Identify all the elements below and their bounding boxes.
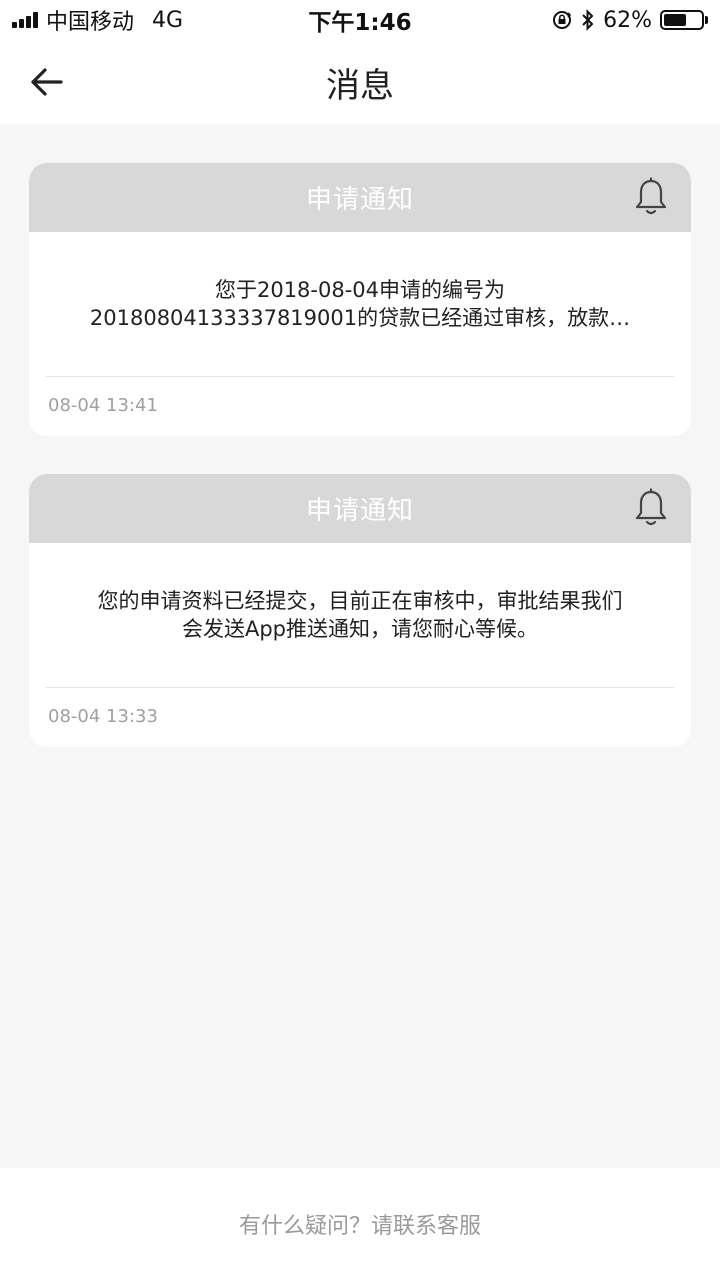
bluetooth-icon <box>581 9 595 31</box>
message-text-line: 您于2018-08-04申请的编号为 <box>214 278 506 302</box>
back-button[interactable] <box>24 62 68 102</box>
arrow-left-icon <box>31 68 63 96</box>
bell-icon <box>635 488 667 526</box>
nav-bar: 消息 <box>0 40 720 124</box>
status-bar-right: 62% <box>551 8 708 33</box>
carrier-name: 中国移动 <box>46 10 135 35</box>
card-title: 申请通知 <box>305 496 414 526</box>
contact-support-link[interactable]: 有什么疑问？请联系客服 <box>239 1208 481 1240</box>
battery-percent: 62% <box>603 7 652 33</box>
card-header: 申请通知 <box>29 163 691 232</box>
card-title: 申请通知 <box>305 185 414 215</box>
message-body: 您的申请资料已经提交，目前正在审核中，审批结果我们 会发送App推送通知，请您耐… <box>29 543 691 687</box>
card-header: 申请通知 <box>29 474 691 543</box>
network-type: 4G <box>152 7 184 33</box>
message-card[interactable]: 申请通知 您的申请资料已经提交，目前正在审核中，审批结果我们 会发送App推送通… <box>29 474 691 747</box>
message-timestamp: 08-04 13:41 <box>48 395 158 416</box>
message-body: 您于2018-08-04申请的编号为 20180804133337819001的… <box>29 232 691 376</box>
status-bar-left: 中国移动 4G <box>12 4 183 36</box>
page-title: 消息 <box>326 65 394 106</box>
battery-fill <box>664 14 687 26</box>
status-bar: 中国移动 4G 下午1:46 62% <box>0 0 720 40</box>
footer: 有什么疑问？请联系客服 <box>0 1168 720 1280</box>
battery-icon <box>660 10 708 30</box>
message-text-line: 20180804133337819001的贷款已经通过审核，放款… <box>89 306 631 330</box>
rotation-lock-icon <box>551 9 573 31</box>
message-text-line: 您的申请资料已经提交，目前正在审核中，审批结果我们 <box>97 589 623 613</box>
signal-icon <box>12 12 38 28</box>
message-text-line: 会发送App推送通知，请您耐心等候。 <box>181 617 539 641</box>
bell-icon <box>635 177 667 215</box>
message-timestamp: 08-04 13:33 <box>48 706 158 727</box>
message-card[interactable]: 申请通知 您于2018-08-04申请的编号为 2018080413333781… <box>29 163 691 436</box>
